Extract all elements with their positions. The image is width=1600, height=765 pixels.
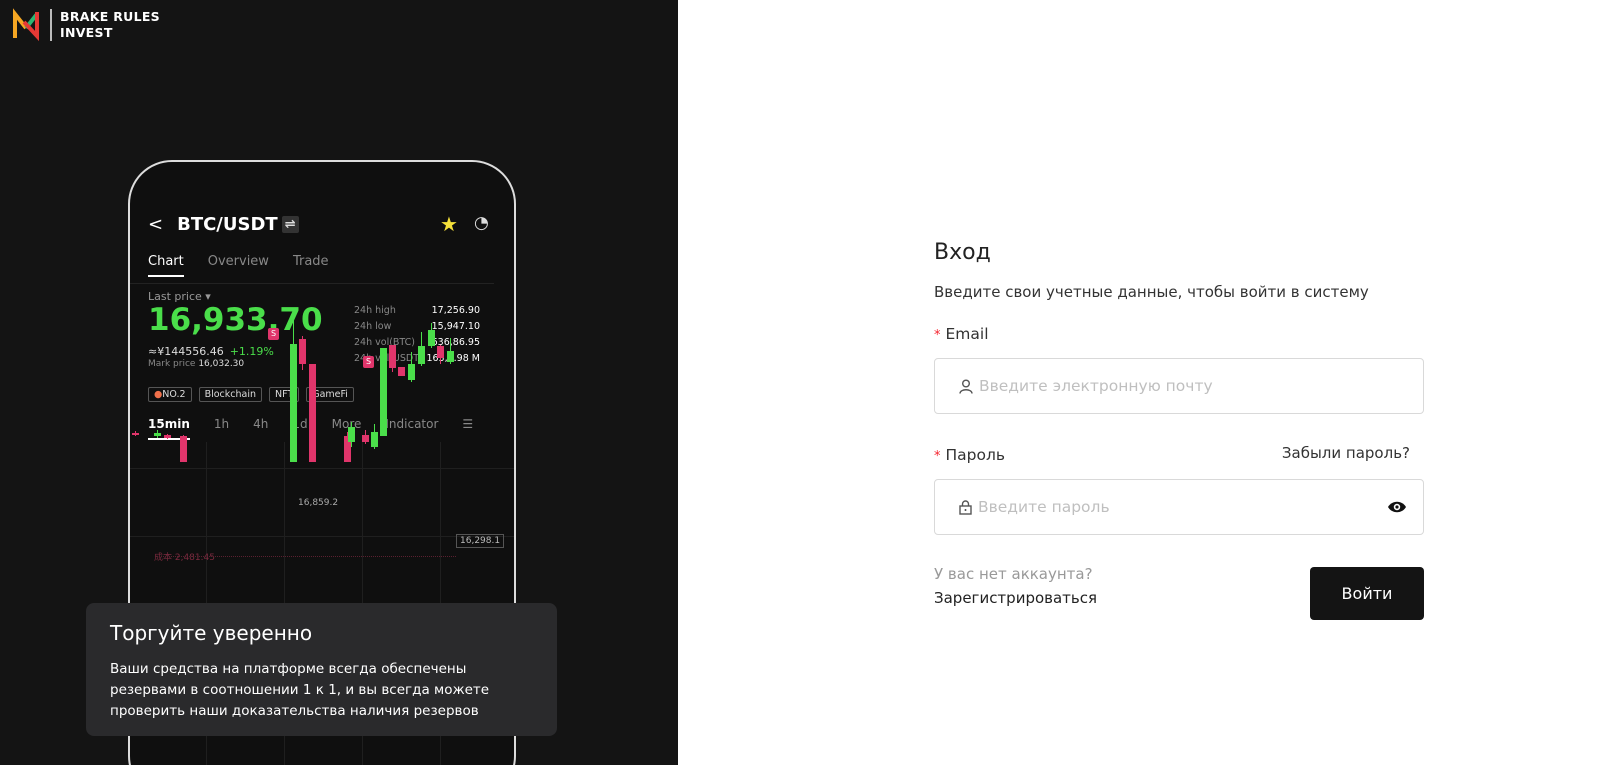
candle-up: [290, 314, 297, 462]
pair-header: < BTC/USDT ⇌: [148, 214, 299, 235]
logo-divider: [50, 9, 52, 41]
password-field[interactable]: [934, 479, 1424, 535]
tab-overview: Overview: [207, 254, 269, 269]
tf-indicator: Indicator: [385, 417, 439, 431]
email-label: * Email: [934, 325, 989, 343]
forgot-password-link[interactable]: Забыли пароль?: [1282, 444, 1410, 462]
subtitle: Введите свои учетные данные, чтобы войти…: [934, 283, 1369, 301]
stat-row: 24h low 15,947.10: [354, 321, 480, 332]
tab-chart: Chart: [148, 254, 184, 277]
star-icon: ★: [440, 212, 458, 236]
promo-title: Торгуйте уверенно: [110, 621, 313, 645]
brand-logo: BRAKE RULES INVEST: [12, 8, 160, 42]
sell-marker: S: [363, 356, 374, 368]
tags: ●NO.2 Blockchain NFT GameFi: [148, 387, 354, 402]
candle-up: [408, 352, 415, 382]
candle-down: [362, 430, 369, 444]
refresh-icon: ◔: [474, 213, 489, 233]
email-field[interactable]: [934, 358, 1424, 414]
candle-down: [132, 431, 139, 436]
high-label: 16,859.2: [298, 498, 339, 508]
phone-tabs: Chart Overview Trade: [148, 254, 329, 277]
candle-up: [418, 332, 425, 366]
stat-row: 24h high 17,256.90: [354, 305, 480, 316]
tf-1h: 1h: [213, 417, 230, 431]
candle-up: [428, 323, 435, 348]
grid-line: [130, 468, 514, 469]
no-account-text: У вас нет аккаунта?: [934, 565, 1093, 583]
brand-name: BRAKE RULES INVEST: [60, 9, 160, 40]
promo-text: Ваши средства на платформе всегда обеспе…: [110, 661, 490, 719]
lock-icon: [959, 499, 972, 515]
candle-down: [437, 345, 444, 364]
tab-trade: Trade: [292, 254, 329, 269]
price-sub: ≈¥144556.46 +1.19%: [148, 345, 274, 358]
tag: Blockchain: [198, 387, 262, 402]
promo-panel: BRAKE RULES INVEST < BTC/USDT ⇌ ★ ◔ Chart…: [0, 0, 678, 765]
swap-icon: ⇌: [281, 216, 299, 233]
divider: [130, 283, 494, 284]
eye-icon[interactable]: [1387, 500, 1407, 514]
pair-name: BTC/USDT: [177, 214, 278, 235]
settings-icon: ☰: [462, 417, 474, 431]
candle-down: [309, 364, 316, 462]
candle-up: [348, 422, 355, 447]
stat-row: 24h vol(BTC) 636,86.95: [354, 337, 480, 348]
tag: ●NO.2: [148, 387, 192, 402]
logo-icon: [13, 8, 39, 42]
page-title: Вход: [934, 240, 991, 265]
candle-down: [180, 435, 187, 462]
password-input[interactable]: [978, 498, 1387, 516]
back-icon: <: [148, 214, 164, 235]
candle-down: [299, 336, 306, 370]
user-icon: [959, 379, 973, 394]
email-input[interactable]: [979, 377, 1423, 395]
candle-down: [164, 434, 171, 439]
candle-up: [447, 338, 454, 364]
mark-price: Mark price 16,032.30: [148, 359, 245, 369]
promo-card: Торгуйте уверенно Ваши средства на платф…: [86, 603, 557, 736]
candle-up: [380, 348, 387, 436]
login-button[interactable]: Войти: [1310, 567, 1424, 620]
register-link[interactable]: Зарегистрироваться: [934, 589, 1097, 607]
candle-down: [398, 367, 405, 376]
sell-marker: S: [268, 328, 279, 340]
tf-4h: 4h: [253, 417, 269, 431]
candle-up: [154, 430, 161, 438]
last-price: 16,933.70: [148, 302, 323, 338]
password-label: * Пароль: [934, 446, 1006, 464]
candle-up: [371, 424, 378, 449]
last-label: 16,298.1: [456, 534, 505, 548]
candle-down: [389, 345, 396, 372]
